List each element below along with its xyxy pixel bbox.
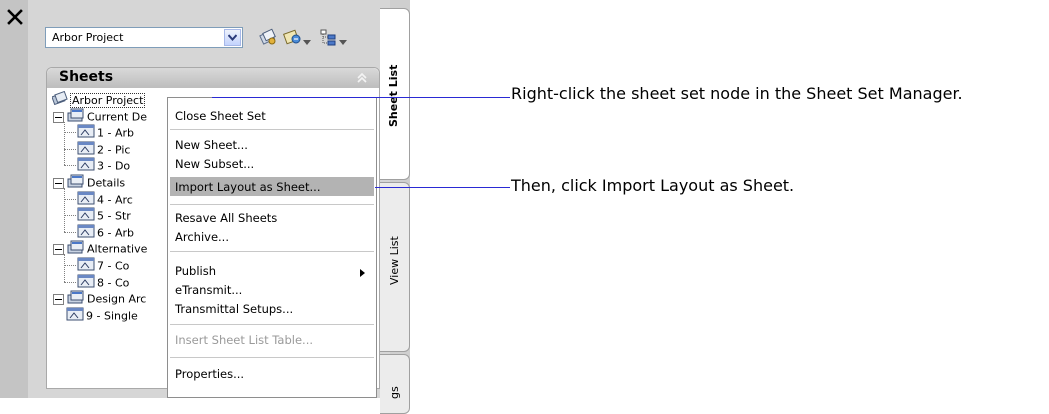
tree-connector	[64, 132, 76, 134]
tree-item-label: 8 - Co	[97, 276, 130, 290]
menu-item[interactable]: Transmittal Setups...	[175, 300, 293, 318]
project-selector[interactable]: Arbor Project	[45, 27, 243, 48]
callout-text-1: Right-click the sheet set node in the Sh…	[511, 84, 963, 103]
expand-toggle-icon[interactable]	[53, 294, 64, 306]
tree-item-label: Current De	[87, 110, 148, 124]
tree-item-label: Alternative	[87, 242, 148, 256]
menu-separator	[170, 357, 374, 358]
tree-item-label: Arbor Project	[70, 92, 146, 108]
view-options-icon[interactable]	[318, 27, 338, 47]
expand-toggle-icon[interactable]	[53, 244, 64, 256]
tree-connector	[64, 265, 76, 266]
menu-item[interactable]: Archive...	[175, 228, 229, 246]
expand-toggle-icon[interactable]	[53, 111, 64, 123]
close-icon[interactable]	[6, 8, 24, 26]
tree-item-label: 6 - Arb	[97, 226, 134, 240]
tree-item-label: 2 - Pic	[97, 143, 131, 157]
tree-subset-item[interactable]: Alternative	[53, 240, 147, 256]
menu-item[interactable]: New Subset...	[175, 155, 254, 173]
tree-connector	[64, 165, 76, 167]
tree-item-label: Design Arc	[87, 292, 147, 306]
tab-sheet-list[interactable]: Sheet List	[380, 8, 410, 180]
publish-icon[interactable]	[283, 27, 303, 47]
tree-sheet-item[interactable]: 7 - Co	[77, 257, 129, 273]
tree-sheet-item[interactable]: 4 - Arc	[77, 191, 133, 207]
menu-separator	[170, 324, 374, 325]
tree-item-label: 3 - Do	[97, 159, 131, 173]
view-options-dropdown-icon[interactable]	[339, 36, 347, 45]
tree-connector	[64, 281, 76, 283]
tab-sheet-list-label: Sheet List	[387, 64, 400, 127]
tree-sheet-item[interactable]: 2 - Pic	[77, 141, 130, 157]
tree-connector	[64, 215, 76, 217]
callout-text-2: Then, click Import Layout as Sheet.	[511, 176, 795, 195]
tree-item-label: 1 - Arb	[97, 126, 134, 140]
tree-subset-item[interactable]: Current De	[53, 108, 147, 124]
tree-sheet-item[interactable]: 9 - Single	[53, 307, 138, 323]
menu-item[interactable]: Resave All Sheets	[175, 209, 277, 227]
tree-sheet-item[interactable]: 1 - Arb	[77, 124, 134, 140]
tree-item-label: 9 - Single	[86, 309, 138, 323]
tree-root-item[interactable]: Arbor Project	[51, 90, 146, 108]
expand-toggle-icon[interactable]	[53, 178, 64, 189]
tab-view-list[interactable]: View List	[380, 182, 410, 352]
tree-sheet-item[interactable]: 5 - Str	[77, 207, 131, 223]
tree-sheet-item[interactable]: 3 - Do	[77, 157, 130, 173]
submenu-arrow-icon	[360, 267, 365, 277]
publish-dropdown-icon[interactable]	[303, 36, 311, 45]
tree-connector	[64, 231, 76, 233]
palette-title-strip[interactable]	[0, 0, 28, 398]
menu-item[interactable]: eTransmit...	[175, 281, 242, 299]
tree-item-label: 4 - Arc	[97, 193, 133, 207]
menu-separator	[170, 129, 374, 130]
callout-line-2	[375, 187, 510, 188]
chevron-down-icon[interactable]	[224, 29, 241, 46]
tree-subset-item[interactable]: Design Arc	[53, 290, 146, 306]
tree-connector	[64, 148, 76, 150]
menu-item: Insert Sheet List Table...	[175, 333, 314, 347]
tree-item-label: 5 - Str	[97, 209, 131, 223]
project-selector-value: Arbor Project	[52, 31, 124, 44]
tree-connector	[64, 121, 65, 166]
tab-resources[interactable]: gs	[380, 354, 410, 414]
tree-connector	[64, 254, 65, 282]
menu-separator	[170, 251, 374, 252]
sheet-set-icon[interactable]	[258, 27, 278, 47]
tree-sheet-item[interactable]: 8 - Co	[77, 274, 129, 290]
callout-line-1	[212, 97, 510, 98]
sheet-icon	[66, 307, 84, 326]
tab-resources-label: gs	[388, 386, 401, 399]
menu-item[interactable]: Publish	[175, 262, 216, 280]
context-menu: Close Sheet Set New Sheet... New Subset...…	[167, 97, 377, 398]
tree-sheet-item[interactable]: 6 - Arb	[77, 224, 134, 240]
menu-item[interactable]: Import Layout as Sheet...	[175, 178, 320, 196]
tree-connector	[64, 198, 76, 200]
menu-separator	[170, 204, 374, 205]
menu-item[interactable]: Close Sheet Set	[175, 107, 266, 125]
menu-item[interactable]: New Sheet...	[175, 136, 248, 154]
tree-item-label: 7 - Co	[97, 259, 130, 273]
tree-item-label: Details	[87, 176, 126, 190]
tree-connector	[64, 188, 65, 232]
menu-item[interactable]: Properties...	[175, 365, 244, 383]
tab-view-list-label: View List	[388, 236, 401, 285]
